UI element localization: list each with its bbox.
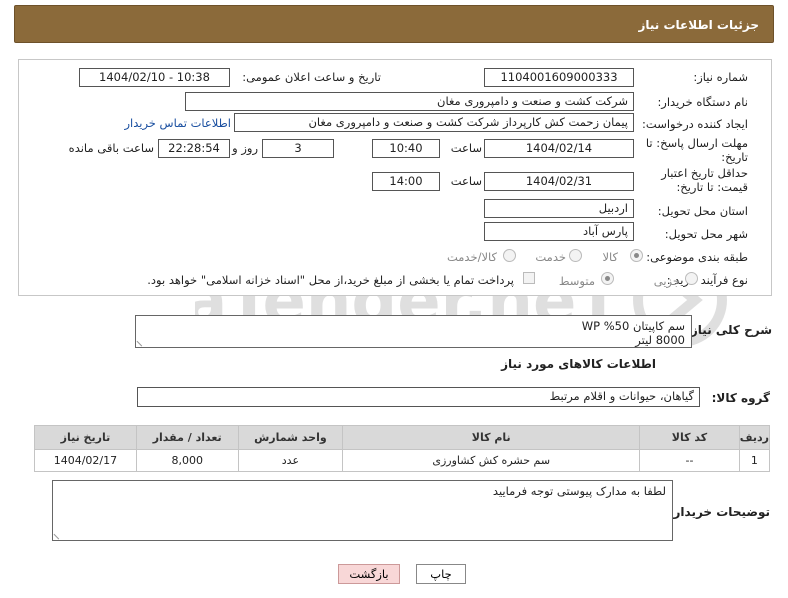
process-radio-medium[interactable] [601, 272, 614, 285]
treasury-payment-checkbox[interactable] [523, 272, 535, 284]
province-label: استان محل تحویل: [657, 204, 748, 218]
back-button[interactable]: بازگشت [338, 564, 400, 584]
remaining-time-field: 22:28:54 [158, 139, 230, 158]
reply-date-field: 1404/02/14 [484, 139, 634, 158]
col-header-name: نام کالا [342, 425, 641, 450]
buyer-org-label: نام دستگاه خریدار: [657, 95, 748, 109]
goods-info-title: اطلاعات کالاهای مورد نیاز [501, 357, 656, 371]
category-radio-goods-service[interactable] [503, 249, 516, 262]
process-option-medium: متوسط [558, 274, 595, 288]
category-radio-service[interactable] [569, 249, 582, 262]
process-option-minor: جزیی [653, 274, 680, 288]
cell-date: 1404/02/17 [34, 449, 137, 472]
page-title: جزئیات اطلاعات نیاز [638, 18, 759, 32]
reply-time-label: ساعت [450, 141, 482, 155]
table-header-row: ردیف کد کالا نام کالا واحد شمارش تعداد /… [34, 425, 771, 450]
description-line-1: سم کاپیتان WP %50 [581, 319, 685, 333]
cell-row-no: 1 [738, 449, 771, 472]
buyer-notes-text: لطفا به مدارک پیوستی توجه فرمایید [492, 484, 666, 498]
price-date-field: 1404/02/31 [484, 172, 634, 191]
resize-grip-icon[interactable] [53, 529, 64, 540]
buyer-contact-link[interactable]: اطلاعات تماس خریدار [124, 116, 231, 130]
requester-label: ایجاد کننده درخواست: [642, 117, 748, 131]
col-header-date: تاریخ نیاز [34, 425, 137, 450]
cell-code: -- [639, 449, 740, 472]
price-validity-label: حداقل تاریخ اعتبار قیمت: تا تاریخ: [661, 166, 748, 194]
col-header-code: کد کالا [639, 425, 740, 450]
print-button[interactable]: چاپ [416, 564, 466, 584]
cell-name: سم حشره کش کشاورزی [342, 449, 641, 472]
buyer-notes-textarea[interactable]: لطفا به مدارک پیوستی توجه فرمایید [52, 480, 673, 541]
process-radio-minor[interactable] [685, 272, 698, 285]
col-header-qty: تعداد / مقدار [135, 425, 239, 450]
description-line-2: 8000 لیتر [635, 333, 685, 347]
price-time-field: 14:00 [372, 172, 440, 191]
days-field: 3 [262, 139, 334, 158]
need-number-field: 1104001609000333 [484, 68, 634, 87]
reply-deadline-label: مهلت ارسال پاسخ: تا تاریخ: [645, 136, 748, 164]
city-field: پارس آباد [484, 222, 634, 241]
table-row[interactable]: 1 -- سم حشره کش کشاورزی عدد 8,000 1404/0… [34, 449, 771, 472]
need-number-label: شماره نیاز: [693, 70, 748, 84]
days-label: روز و [232, 141, 258, 155]
cell-qty: 8,000 [135, 449, 239, 472]
price-time-label: ساعت [450, 174, 482, 188]
col-header-unit: واحد شمارش [237, 425, 344, 450]
announce-field: 1404/02/10 - 10:38 [79, 68, 230, 87]
col-header-row-no: ردیف [738, 425, 771, 450]
description-label: شرح کلی نیاز: [686, 323, 772, 337]
treasury-payment-note: پرداخت تمام یا بخشی از مبلغ خرید،از محل … [147, 273, 514, 287]
reply-time-field: 10:40 [372, 139, 440, 158]
cell-unit: عدد [237, 449, 344, 472]
category-radio-goods[interactable] [630, 249, 643, 262]
announce-label: تاریخ و ساعت اعلان عمومی: [242, 70, 381, 84]
province-field: اردبیل [484, 199, 634, 218]
page-header: جزئیات اطلاعات نیاز [14, 5, 774, 43]
buyer-org-field: شرکت کشت و صنعت و دامپروری مغان [185, 92, 634, 111]
category-option-goods-service: کالا/خدمت [446, 250, 497, 264]
city-label: شهر محل تحویل: [664, 227, 748, 241]
description-textarea[interactable]: سم کاپیتان WP %50 8000 لیتر [135, 315, 692, 348]
remaining-time-label: ساعت باقی مانده [68, 141, 154, 155]
category-option-service: خدمت [535, 250, 566, 264]
category-label: طبقه بندی موضوعی: [646, 250, 748, 264]
items-table: ردیف کد کالا نام کالا واحد شمارش تعداد /… [34, 425, 771, 472]
requester-field: پیمان زحمت کش کارپرداز شرکت کشت و صنعت و… [234, 113, 634, 132]
category-option-goods: کالا [602, 250, 618, 264]
goods-group-label: گروه کالا: [711, 391, 770, 405]
buyer-notes-label: توضیحات خریدار: [668, 505, 770, 519]
goods-group-field: گیاهان، حیوانات و اقلام مرتبط [137, 387, 700, 407]
